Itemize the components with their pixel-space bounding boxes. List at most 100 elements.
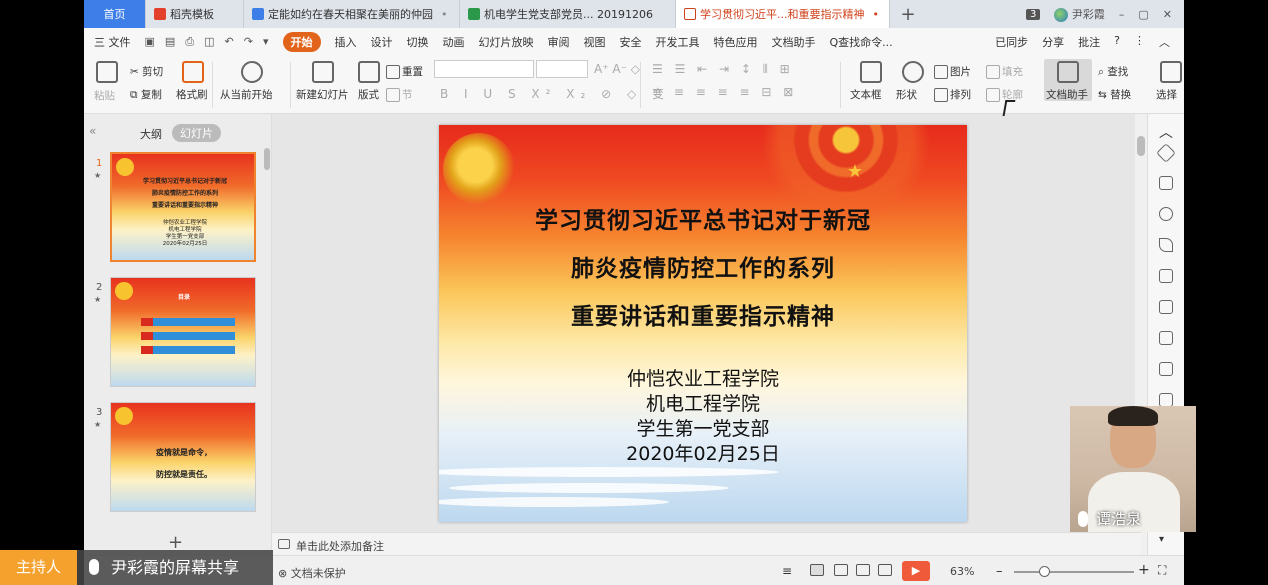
font-size-controls[interactable]: A⁺ A⁻ ◇ (594, 62, 640, 76)
fit-to-window-icon[interactable]: ⛶ (1158, 563, 1166, 578)
protection-status[interactable]: ⊗ 文档未保护 (278, 565, 346, 581)
paragraph-align-buttons[interactable]: ≡ ≡ ≡ ≡ ≡ ⊟ ⊠ (652, 85, 797, 99)
save-icon[interactable]: ▣ (145, 35, 155, 49)
copy-button[interactable]: ⧉ 复制 (130, 87, 162, 102)
tab-home[interactable]: 首页 (84, 0, 146, 28)
share-button[interactable]: 分享 (1042, 34, 1064, 50)
tab-view[interactable]: 视图 (584, 34, 606, 50)
chevron-up-icon[interactable]: ︿ (1159, 122, 1173, 141)
layout-icon[interactable] (358, 61, 380, 83)
play-from-current-button[interactable]: 从当前开始 (220, 87, 273, 102)
tab-presentation-active[interactable]: 学习贯彻习近平...和重要指示精神 • (676, 0, 890, 28)
scroll-down-icon[interactable]: ▾ (1159, 534, 1173, 548)
tab-modified-dot[interactable]: • (873, 8, 880, 21)
sync-status[interactable]: 已同步 (995, 34, 1028, 50)
normal-view-button[interactable] (810, 564, 824, 576)
paragraph-list-buttons[interactable]: ☰ ☰ ⇤ ⇥ ↕ ⫴ ⊞ (652, 62, 794, 77)
new-slide-icon[interactable] (312, 61, 334, 83)
notes-toggle-icon[interactable]: ≡ (782, 564, 792, 578)
zoom-slider[interactable] (1014, 571, 1134, 573)
redo-icon[interactable]: ↷ (244, 35, 253, 49)
close-icon[interactable]: ✕ (1163, 8, 1172, 21)
chart-icon[interactable] (1159, 300, 1173, 314)
shape-style-icon[interactable] (1159, 207, 1173, 221)
current-slide[interactable]: ★ 学习贯彻习近平总书记对于新冠 肺炎疫情防控工作的系列 重要讲话和重要指示精神… (439, 125, 967, 522)
user-area[interactable]: 尹彩霞 (1054, 6, 1105, 22)
text-box-button[interactable]: 文本框 (850, 87, 882, 102)
participant-video[interactable]: 谭浩泉 (1070, 406, 1196, 532)
tab-design[interactable]: 设计 (371, 34, 393, 50)
share-out-icon[interactable] (1159, 393, 1173, 407)
layout-button[interactable]: 版式 (358, 87, 379, 102)
notes-pane[interactable]: 单击此处添加备注 (272, 532, 1142, 555)
tab-developer[interactable]: 开发工具 (656, 34, 700, 50)
grid-icon[interactable] (1159, 269, 1173, 283)
fill-style-icon[interactable] (1159, 238, 1173, 252)
tab-review[interactable]: 审阅 (548, 34, 570, 50)
window-count-badge[interactable]: 3 (1026, 8, 1041, 20)
slide-thumbnail-1[interactable]: 学习贯彻习近平总书记对于新冠 肺炎疫情防控工作的系列 重要讲话和重要指示精神 仲… (110, 152, 256, 262)
format-painter-button[interactable]: 格式刷 (176, 87, 208, 102)
slide-org-3[interactable]: 学生第一党支部 (439, 414, 967, 441)
tab-security[interactable]: 安全 (620, 34, 642, 50)
tab-animations[interactable]: 动画 (443, 34, 465, 50)
undo-icon[interactable]: ↶ (225, 35, 234, 49)
tab-transitions[interactable]: 切换 (407, 34, 429, 50)
text-format-buttons[interactable]: B I U S X² X₂ ⊘ ◇ 变 (440, 85, 670, 102)
new-slide-button[interactable]: 新建幻灯片 (296, 87, 349, 102)
slide-title-line-1[interactable]: 学习贯彻习近平总书记对于新冠 (439, 201, 967, 235)
help-icon[interactable]: ? (1114, 34, 1120, 50)
notes-placeholder[interactable]: 单击此处添加备注 (296, 538, 384, 554)
duplicate-icon[interactable] (1159, 176, 1173, 190)
slide-date[interactable]: 2020年02月25日 (439, 439, 967, 466)
print-icon[interactable]: ⎙ (185, 35, 194, 49)
doc-helper-button[interactable]: 文档助手 (1046, 87, 1088, 102)
section-button[interactable]: 节 (386, 87, 413, 102)
presenter-view-button[interactable] (878, 564, 892, 576)
pane-scrollbar[interactable] (264, 148, 270, 170)
export-pdf-icon[interactable]: ▤ (165, 35, 175, 49)
search-command[interactable]: Q查找命令... (830, 34, 893, 50)
slide-editing-canvas[interactable]: ★ 学习贯彻习近平总书记对于新冠 肺炎疫情防控工作的系列 重要讲话和重要指示精神… (272, 114, 1142, 532)
font-family-select[interactable] (434, 60, 534, 78)
fill-button[interactable]: 填充 (986, 64, 1023, 79)
tab-outline[interactable]: 大纲 (140, 126, 162, 142)
replace-button[interactable]: ⇆ 替换 (1098, 87, 1131, 102)
slide-thumbnail-2[interactable]: 目录 (110, 277, 256, 387)
magic-icon[interactable] (1156, 143, 1176, 163)
tab-spreadsheet[interactable]: 机电学生党支部党员... 20191206 (460, 0, 676, 28)
select-icon[interactable] (1160, 61, 1182, 83)
print-preview-icon[interactable]: ◫ (204, 35, 214, 49)
reset-button[interactable]: 重置 (386, 64, 423, 79)
play-slideshow-button[interactable]: ▶ (902, 561, 930, 581)
maximize-icon[interactable]: ▢ (1138, 8, 1148, 21)
tab-slides[interactable]: 幻灯片 (172, 124, 221, 142)
shape-button[interactable]: 形状 (896, 87, 917, 102)
select-button[interactable]: 选择 (1156, 87, 1177, 102)
picture-button[interactable]: 图片 (934, 64, 971, 79)
slide-org-1[interactable]: 仲恺农业工程学院 (439, 364, 967, 391)
file-menu[interactable]: 三 文件 (94, 34, 131, 50)
doc-helper-icon[interactable] (1057, 61, 1079, 83)
sorter-view-button[interactable] (834, 564, 848, 576)
collapse-pane-button[interactable]: « (89, 124, 96, 138)
slide-title-line-3[interactable]: 重要讲话和重要指示精神 (439, 297, 967, 331)
zoom-in-icon[interactable]: + (1138, 562, 1150, 578)
tab-doc-helper[interactable]: 文档助手 (772, 34, 816, 50)
play-from-current-icon[interactable] (241, 61, 263, 83)
find-button[interactable]: ⌕ 查找 (1098, 64, 1128, 79)
zoom-out-icon[interactable]: – (996, 564, 1003, 579)
arrange-button[interactable]: 排列 (934, 87, 971, 102)
minimize-icon[interactable]: – (1119, 8, 1125, 21)
image-icon[interactable] (1159, 362, 1173, 376)
tab-slideshow[interactable]: 幻灯片放映 (479, 34, 534, 50)
slide-org-2[interactable]: 机电工程学院 (439, 389, 967, 416)
font-size-select[interactable] (536, 60, 588, 78)
customize-dropdown-icon[interactable]: ▾ (263, 35, 269, 49)
zoom-level[interactable]: 63% (950, 565, 974, 578)
tab-insert[interactable]: 插入 (335, 34, 357, 50)
comment-button[interactable]: 批注 (1078, 34, 1100, 50)
collapse-ribbon-icon[interactable]: ︿ (1159, 34, 1170, 50)
reading-view-button[interactable] (856, 564, 870, 576)
cut-button[interactable]: ✂ 剪切 (130, 64, 163, 79)
